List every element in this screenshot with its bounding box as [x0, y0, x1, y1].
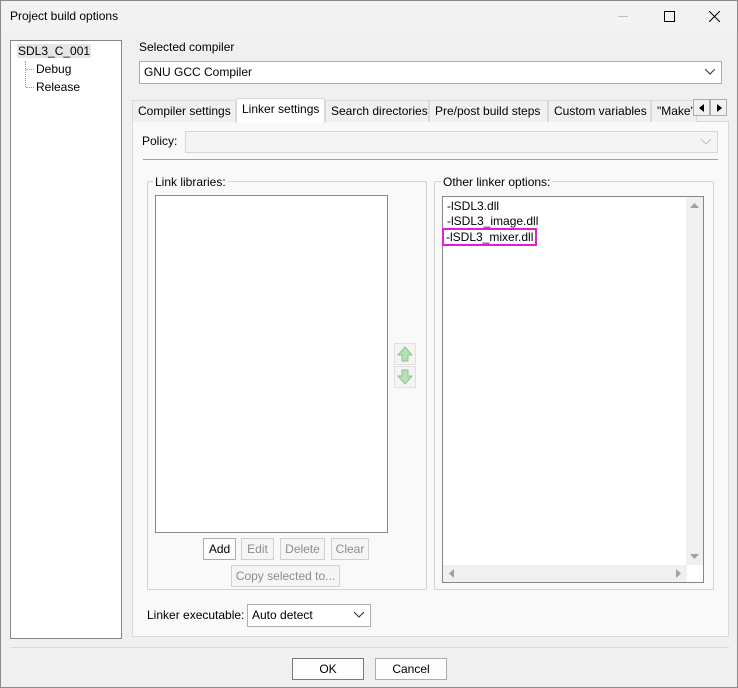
window-title: Project build options: [10, 9, 119, 23]
linker-executable-label: Linker executable:: [147, 608, 245, 622]
policy-select[interactable]: [185, 131, 718, 153]
link-libraries-list[interactable]: [155, 195, 388, 533]
horizontal-scrollbar[interactable]: [443, 565, 687, 582]
selected-compiler-label: Selected compiler: [139, 40, 235, 54]
other-linker-options-title: Other linker options:: [441, 175, 553, 189]
cancel-button[interactable]: Cancel: [375, 658, 447, 680]
move-up-button[interactable]: [394, 343, 416, 365]
scroll-up-icon: [690, 203, 699, 208]
linker-option-line: -lSDL3_image.dll: [447, 214, 539, 228]
maximize-button[interactable]: [646, 1, 692, 32]
minimize-button[interactable]: [600, 1, 646, 32]
tab-panel: Policy: Link libraries: Add Edit Delete …: [132, 121, 729, 637]
other-linker-options-textarea[interactable]: -lSDL3.dll -lSDL3_image.dll -lSDL3_mixer…: [441, 196, 704, 583]
copy-selected-button[interactable]: Copy selected to...: [231, 565, 340, 587]
tab-scroll-left-button[interactable]: [693, 99, 710, 116]
compiler-select[interactable]: GNU GCC Compiler: [139, 61, 722, 84]
linker-option-line-highlighted: -lSDL3_mixer.dll: [441, 228, 538, 246]
clear-button[interactable]: Clear: [331, 538, 369, 560]
tree-root-project[interactable]: SDL3_C_001: [17, 44, 92, 58]
footer-separator: [11, 647, 729, 648]
arrow-up-icon: [397, 346, 413, 362]
tree-connector: [25, 61, 26, 87]
tab-scroll-right-button[interactable]: [710, 99, 727, 116]
tab-make[interactable]: "Make": [651, 100, 697, 122]
chevron-down-icon: [701, 138, 711, 145]
project-build-options-dialog: Project build options SDL3_C_001 Debug R…: [0, 0, 738, 688]
delete-button[interactable]: Delete: [280, 538, 325, 560]
edit-button[interactable]: Edit: [241, 538, 274, 560]
tree-connector: [26, 87, 34, 88]
ok-button[interactable]: OK: [292, 658, 364, 680]
link-libraries-title: Link libraries:: [153, 175, 228, 189]
linker-executable-value: Auto detect: [252, 608, 313, 622]
minimize-icon: [617, 16, 628, 17]
add-button[interactable]: Add: [203, 538, 236, 560]
maximize-icon: [663, 11, 675, 22]
chevron-down-icon: [354, 611, 364, 618]
close-button[interactable]: [691, 1, 737, 32]
tab-compiler-settings[interactable]: Compiler settings: [132, 100, 236, 122]
tree-connector: [26, 69, 34, 70]
arrow-down-icon: [397, 369, 413, 385]
policy-label: Policy:: [142, 134, 178, 148]
linker-option-line: -lSDL3.dll: [447, 199, 500, 213]
tab-linker-settings[interactable]: Linker settings: [236, 98, 325, 123]
linker-executable-select[interactable]: Auto detect: [247, 604, 371, 627]
move-down-button[interactable]: [394, 366, 416, 388]
tree-item-release[interactable]: Release: [36, 80, 80, 94]
compiler-select-value: GNU GCC Compiler: [144, 65, 253, 79]
vertical-scrollbar[interactable]: [686, 197, 703, 565]
title-bar: Project build options: [1, 1, 737, 32]
scroll-left-icon: [449, 569, 454, 578]
tab-custom-variables[interactable]: Custom variables: [548, 100, 651, 122]
target-tree[interactable]: SDL3_C_001 Debug Release: [10, 40, 122, 639]
tab-pre-post-build-steps[interactable]: Pre/post build steps: [429, 100, 548, 122]
chevron-right-icon: [716, 103, 722, 112]
tab-search-directories[interactable]: Search directories: [325, 100, 429, 122]
close-icon: [708, 11, 720, 22]
chevron-left-icon: [698, 103, 704, 112]
tree-item-debug[interactable]: Debug: [36, 62, 71, 76]
scroll-right-icon: [676, 569, 681, 578]
chevron-down-icon: [705, 68, 715, 75]
scroll-down-icon: [690, 554, 699, 559]
policy-separator: [143, 159, 718, 160]
tab-strip: Compiler settings Linker settings Search…: [132, 98, 729, 123]
